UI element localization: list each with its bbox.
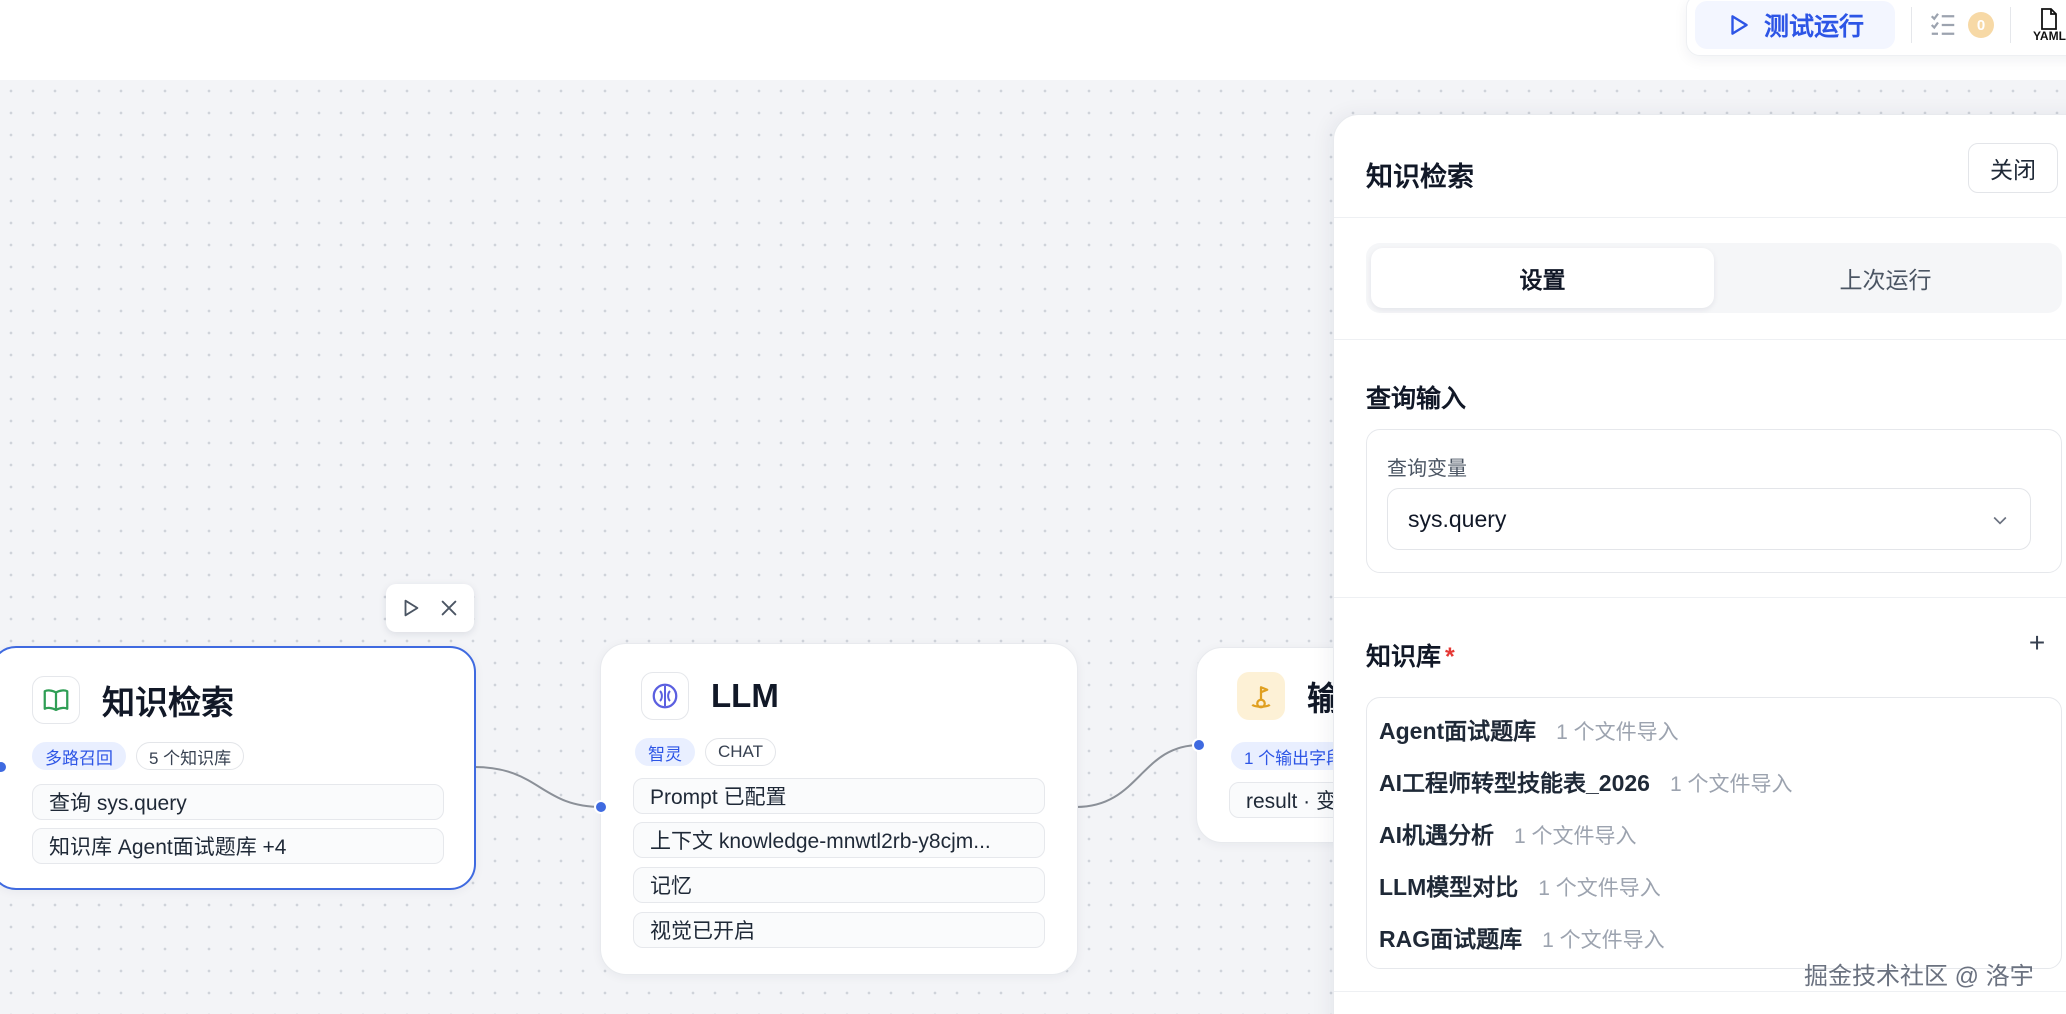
kb-meta: 1 个文件导入 — [1542, 929, 1665, 952]
query-section-title: 查询输入 — [1366, 385, 1467, 413]
kb-name: AI工程师转型技能表_2026 — [1379, 770, 1650, 796]
kb-list: Agent面试题库 1 个文件导入 AI工程师转型技能表_2026 1 个文件导… — [1366, 697, 2062, 969]
node-row-vision: 视觉已开启 — [633, 912, 1045, 948]
kb-item[interactable]: AI工程师转型技能表_2026 1 个文件导入 — [1379, 764, 1792, 798]
panel-tabs: 设置 上次运行 — [1366, 243, 2062, 313]
node-title: LLM — [711, 677, 779, 714]
checklist-button[interactable]: 0 — [1928, 10, 1994, 40]
kb-meta: 1 个文件导入 — [1669, 773, 1793, 796]
kb-meta: 1 个文件导入 — [1514, 825, 1637, 848]
required-mark: * — [1445, 643, 1455, 671]
watermark: 掘金技术社区 @ 洛宇 — [1804, 963, 2034, 990]
file-icon — [2041, 8, 2058, 30]
output-input-port[interactable] — [1192, 738, 1206, 752]
play-icon[interactable] — [400, 597, 422, 619]
node-row-context: 上下文 knowledge-mnwtl2rb-y8cjm... — [633, 822, 1045, 858]
yaml-button[interactable]: YAML — [2033, 7, 2066, 43]
book-icon — [32, 676, 80, 724]
top-bar: 测试运行 0 YAML — [0, 0, 2066, 80]
query-variable-label: 查询变量 — [1387, 458, 1467, 480]
output-icon — [1237, 672, 1285, 720]
query-card: 查询变量 sys.query — [1366, 429, 2062, 573]
node-title: 知识检索 — [102, 684, 234, 721]
tab-last-run[interactable]: 上次运行 — [1714, 248, 2057, 308]
node-settings-panel: 知识检索 关闭 设置 上次运行 查询输入 查询变量 sys.query 知识库 *… — [1333, 114, 2066, 1014]
tag-kb-count: 5 个知识库 — [136, 742, 245, 770]
divider — [1334, 597, 2066, 598]
node-row-memory: 记忆 — [633, 867, 1045, 903]
kb-item[interactable]: Agent面试题库 1 个文件导入 — [1379, 712, 1679, 746]
llm-input-port[interactable] — [594, 800, 608, 814]
query-variable-value: sys.query — [1408, 505, 1507, 532]
node-toolbar — [386, 584, 474, 632]
tab-settings[interactable]: 设置 — [1371, 248, 1714, 308]
test-run-button[interactable]: 测试运行 — [1695, 1, 1895, 49]
divider — [1334, 339, 2066, 340]
kb-section-label: 知识库 — [1366, 643, 1442, 671]
tag-mode: CHAT — [705, 738, 777, 766]
close-icon[interactable] — [438, 597, 460, 619]
kb-item[interactable]: AI机遇分析 1 个文件导入 — [1379, 816, 1637, 850]
divider — [1911, 7, 1912, 43]
node-row-prompt: Prompt 已配置 — [633, 778, 1045, 814]
kb-name: LLM模型对比 — [1379, 874, 1519, 900]
yaml-label: YAML — [2033, 29, 2066, 43]
node-row-query: 查询 sys.query — [32, 784, 444, 820]
add-kb-button[interactable]: + — [2022, 629, 2052, 659]
kb-name: Agent面试题库 — [1379, 718, 1537, 744]
divider — [1334, 991, 2066, 992]
kb-item[interactable]: LLM模型对比 1 个文件导入 — [1379, 868, 1661, 902]
kb-name: AI机遇分析 — [1379, 822, 1494, 848]
kb-item[interactable]: RAG面试题库 1 个文件导入 — [1379, 920, 1665, 954]
checklist-icon — [1930, 13, 1955, 35]
test-run-label: 测试运行 — [1763, 13, 1864, 41]
play-icon — [1731, 15, 1748, 35]
kb-name: RAG面试题库 — [1379, 926, 1523, 952]
kb-section-title: 知识库 * — [1366, 637, 1455, 673]
kb-meta: 1 个文件导入 — [1538, 877, 1661, 900]
tag-multi-recall: 多路召回 — [32, 742, 126, 770]
panel-title: 知识检索 — [1366, 162, 1474, 192]
node-row-kb: 知识库 Agent面试题库 +4 — [32, 828, 444, 864]
top-actions-group: 测试运行 0 YAML — [1686, 0, 2066, 56]
close-button[interactable]: 关闭 — [1968, 143, 2058, 193]
checklist-count-badge: 0 — [1968, 12, 1994, 38]
divider — [2010, 7, 2011, 43]
knowledge-retrieval-node[interactable]: 知识检索 多路召回 5 个知识库 查询 sys.query 知识库 Agent面… — [0, 646, 476, 890]
llm-node[interactable]: LLM 智灵 CHAT Prompt 已配置 上下文 knowledge-mnw… — [600, 643, 1078, 975]
chevron-down-icon — [1993, 516, 2007, 525]
tag-provider: 智灵 — [635, 738, 695, 766]
brain-icon — [641, 672, 689, 720]
kb-meta: 1 个文件导入 — [1556, 721, 1679, 744]
divider — [1334, 217, 2066, 218]
query-variable-select[interactable]: sys.query — [1387, 488, 2031, 550]
